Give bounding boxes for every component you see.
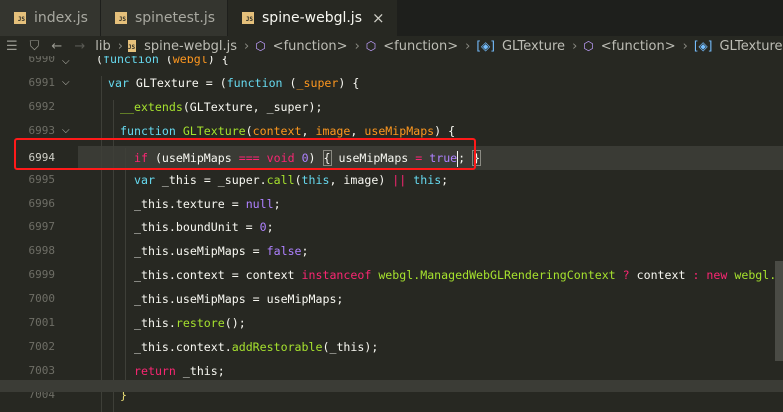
code-line: _this.context.addRestorable(_this); bbox=[134, 340, 379, 354]
chevron-right-icon: › bbox=[243, 38, 250, 54]
tab-label: spinetest.js bbox=[134, 10, 216, 26]
code-line: _this.useMipMaps = useMipMaps; bbox=[134, 292, 344, 306]
horizontal-scrollbar[interactable] bbox=[0, 380, 783, 392]
bookmark-icon[interactable]: ⛉ bbox=[30, 39, 40, 54]
line-number: 6990 bbox=[28, 56, 56, 65]
function-icon: ⬡ bbox=[255, 39, 266, 53]
js-file-icon: JS bbox=[14, 12, 26, 24]
breadcrumb-item[interactable]: <function> bbox=[601, 39, 676, 54]
tab-bar: JS index.js JS spinetest.js JS spine-web… bbox=[0, 0, 783, 36]
editor-window: JS index.js JS spinetest.js JS spine-web… bbox=[0, 0, 783, 412]
tab-label: spine-webgl.js bbox=[262, 10, 362, 26]
annotation-highlight-box bbox=[14, 138, 476, 170]
back-arrow-icon[interactable]: ← bbox=[51, 39, 62, 54]
code-line: _this.texture = null; bbox=[134, 197, 281, 211]
function-icon: ⬡ bbox=[365, 39, 377, 53]
close-icon[interactable]: × bbox=[372, 9, 385, 27]
breadcrumb-item[interactable]: <function> bbox=[273, 39, 348, 54]
line-number: 6996 bbox=[28, 197, 56, 210]
code-line: _this.useMipMaps = false; bbox=[134, 244, 309, 258]
chevron-right-icon: › bbox=[465, 38, 471, 54]
line-number: 6991 bbox=[28, 76, 56, 89]
breadcrumb-item[interactable]: <function> bbox=[383, 39, 458, 54]
code-line: _this.restore(); bbox=[134, 316, 246, 330]
indent-guide bbox=[101, 76, 102, 412]
js-file-icon: JS bbox=[127, 40, 137, 52]
line-number: 6995 bbox=[28, 173, 56, 186]
line-number: 6999 bbox=[28, 268, 56, 281]
code-line: _this.boundUnit = 0; bbox=[134, 220, 274, 234]
breadcrumb-folder[interactable]: lib bbox=[95, 39, 110, 54]
class-icon: [◈] bbox=[476, 39, 495, 53]
line-number: 6992 bbox=[28, 100, 56, 113]
js-file-icon: JS bbox=[114, 12, 127, 24]
line-number: 6998 bbox=[28, 244, 56, 257]
class-icon: [◈] bbox=[693, 39, 713, 53]
code-line: _this.context = context instanceof webgl… bbox=[134, 268, 783, 282]
breadcrumb: ☰ ⛉ ← → lib › JS spine-webgl.js › ⬡ <fun… bbox=[0, 36, 783, 56]
chevron-right-icon: › bbox=[354, 38, 360, 54]
tab-spine-webgl-js[interactable]: JS spine-webgl.js × bbox=[228, 0, 398, 36]
code-line: var GLTexture = (function (_super) { bbox=[108, 76, 360, 90]
code-line: (function (webgl) { bbox=[96, 56, 229, 66]
line-number: 6997 bbox=[28, 220, 56, 233]
indent-guide bbox=[125, 148, 126, 390]
breadcrumb-item[interactable]: GLTexture bbox=[719, 39, 782, 54]
function-icon: ⬡ bbox=[583, 39, 594, 53]
chevron-right-icon: › bbox=[572, 38, 578, 54]
breadcrumb-item[interactable]: GLTexture bbox=[502, 39, 565, 54]
fold-arrow-icon[interactable]: ⌵ bbox=[62, 71, 70, 95]
line-number: 7002 bbox=[28, 340, 56, 353]
line-number: 7000 bbox=[28, 292, 56, 305]
js-file-icon: JS bbox=[242, 12, 255, 24]
chevron-right-icon: › bbox=[682, 38, 688, 54]
line-number: 7001 bbox=[28, 316, 56, 329]
line-number-gutter: 6990 6991 6992 6993 6994 6995 6996 6997 … bbox=[0, 56, 78, 412]
code-line: __extends(GLTexture, _super); bbox=[120, 100, 323, 114]
tab-spinetest-js[interactable]: JS spinetest.js bbox=[100, 0, 229, 36]
code-line: var _this = _super.call(this, image) || … bbox=[134, 173, 449, 187]
breadcrumb-file[interactable]: spine-webgl.js bbox=[144, 39, 237, 54]
code-editor[interactable]: 6990 6991 6992 6993 6994 6995 6996 6997 … bbox=[0, 56, 783, 412]
tab-index-js[interactable]: JS index.js bbox=[0, 0, 101, 36]
vertical-scrollbar[interactable] bbox=[775, 261, 783, 361]
forward-arrow-icon[interactable]: → bbox=[74, 39, 85, 54]
list-icon[interactable]: ☰ bbox=[6, 39, 18, 54]
tab-label: index.js bbox=[34, 10, 88, 26]
chevron-right-icon: › bbox=[117, 38, 123, 54]
